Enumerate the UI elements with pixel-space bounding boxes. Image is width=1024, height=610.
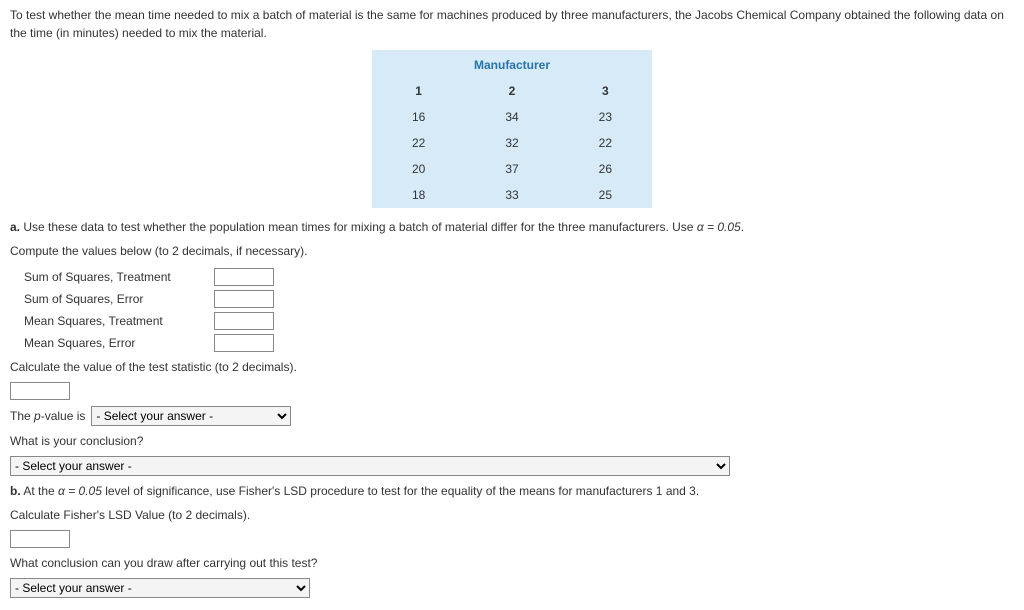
input-ss-error[interactable]: [214, 290, 274, 308]
cell: 26: [559, 156, 652, 182]
part-b-label: b.: [10, 484, 21, 498]
label-ss-error: Sum of Squares, Error: [24, 290, 214, 308]
cell: 32: [465, 130, 558, 156]
data-table-container: Manufacturer 1 2 3 16 34 23 22 32 22 20 …: [10, 50, 1014, 208]
cell: 23: [559, 104, 652, 130]
cell: 18: [372, 182, 465, 208]
alpha-expr: α = 0.05: [697, 220, 741, 234]
table-row: 22 32 22: [372, 130, 652, 156]
conclusion-question-b: What conclusion can you draw after carry…: [10, 554, 1014, 572]
part-a-label: a.: [10, 220, 20, 234]
input-ss-treatment[interactable]: [214, 268, 274, 286]
input-ms-treatment[interactable]: [214, 312, 274, 330]
conclusion-question-a: What is your conclusion?: [10, 432, 1014, 450]
cell: 20: [372, 156, 465, 182]
table-row: 16 34 23: [372, 104, 652, 130]
part-a-text: Use these data to test whether the popul…: [23, 220, 696, 234]
cell: 25: [559, 182, 652, 208]
manufacturer-table: Manufacturer 1 2 3 16 34 23 22 32 22 20 …: [372, 50, 652, 208]
lsd-instruction: Calculate Fisher's LSD Value (to 2 decim…: [10, 506, 1014, 524]
select-p-value[interactable]: - Select your answer -: [91, 406, 291, 426]
col-header-2: 2: [465, 78, 558, 104]
test-stat-instruction: Calculate the value of the test statisti…: [10, 358, 1014, 376]
pvalue-label: The p-value is: [10, 407, 85, 425]
cell: 22: [559, 130, 652, 156]
part-a-prompt: a. Use these data to test whether the po…: [10, 218, 1014, 236]
col-header-3: 3: [559, 78, 652, 104]
part-b-text-after: level of significance, use Fisher's LSD …: [102, 484, 699, 498]
cell: 34: [465, 104, 558, 130]
table-row: 18 33 25: [372, 182, 652, 208]
compute-instruction: Compute the values below (to 2 decimals,…: [10, 242, 1014, 260]
alpha-expr-b: α = 0.05: [58, 484, 102, 498]
table-header-row: 1 2 3: [372, 78, 652, 104]
select-conclusion-b[interactable]: - Select your answer -: [10, 578, 310, 598]
period: .: [741, 220, 744, 234]
cell: 37: [465, 156, 558, 182]
label-ms-treatment: Mean Squares, Treatment: [24, 312, 214, 330]
input-test-statistic[interactable]: [10, 382, 70, 400]
label-ms-error: Mean Squares, Error: [24, 334, 214, 352]
table-caption: Manufacturer: [372, 50, 652, 78]
part-b-text-before: At the: [23, 484, 58, 498]
select-conclusion-a[interactable]: - Select your answer -: [10, 456, 730, 476]
anova-inputs: Sum of Squares, Treatment Sum of Squares…: [24, 268, 1014, 352]
cell: 33: [465, 182, 558, 208]
col-header-1: 1: [372, 78, 465, 104]
problem-intro: To test whether the mean time needed to …: [10, 6, 1014, 42]
cell: 16: [372, 104, 465, 130]
part-b-prompt: b. At the α = 0.05 level of significance…: [10, 482, 1014, 500]
input-lsd-value[interactable]: [10, 530, 70, 548]
input-ms-error[interactable]: [214, 334, 274, 352]
label-ss-treatment: Sum of Squares, Treatment: [24, 268, 214, 286]
cell: 22: [372, 130, 465, 156]
table-row: 20 37 26: [372, 156, 652, 182]
